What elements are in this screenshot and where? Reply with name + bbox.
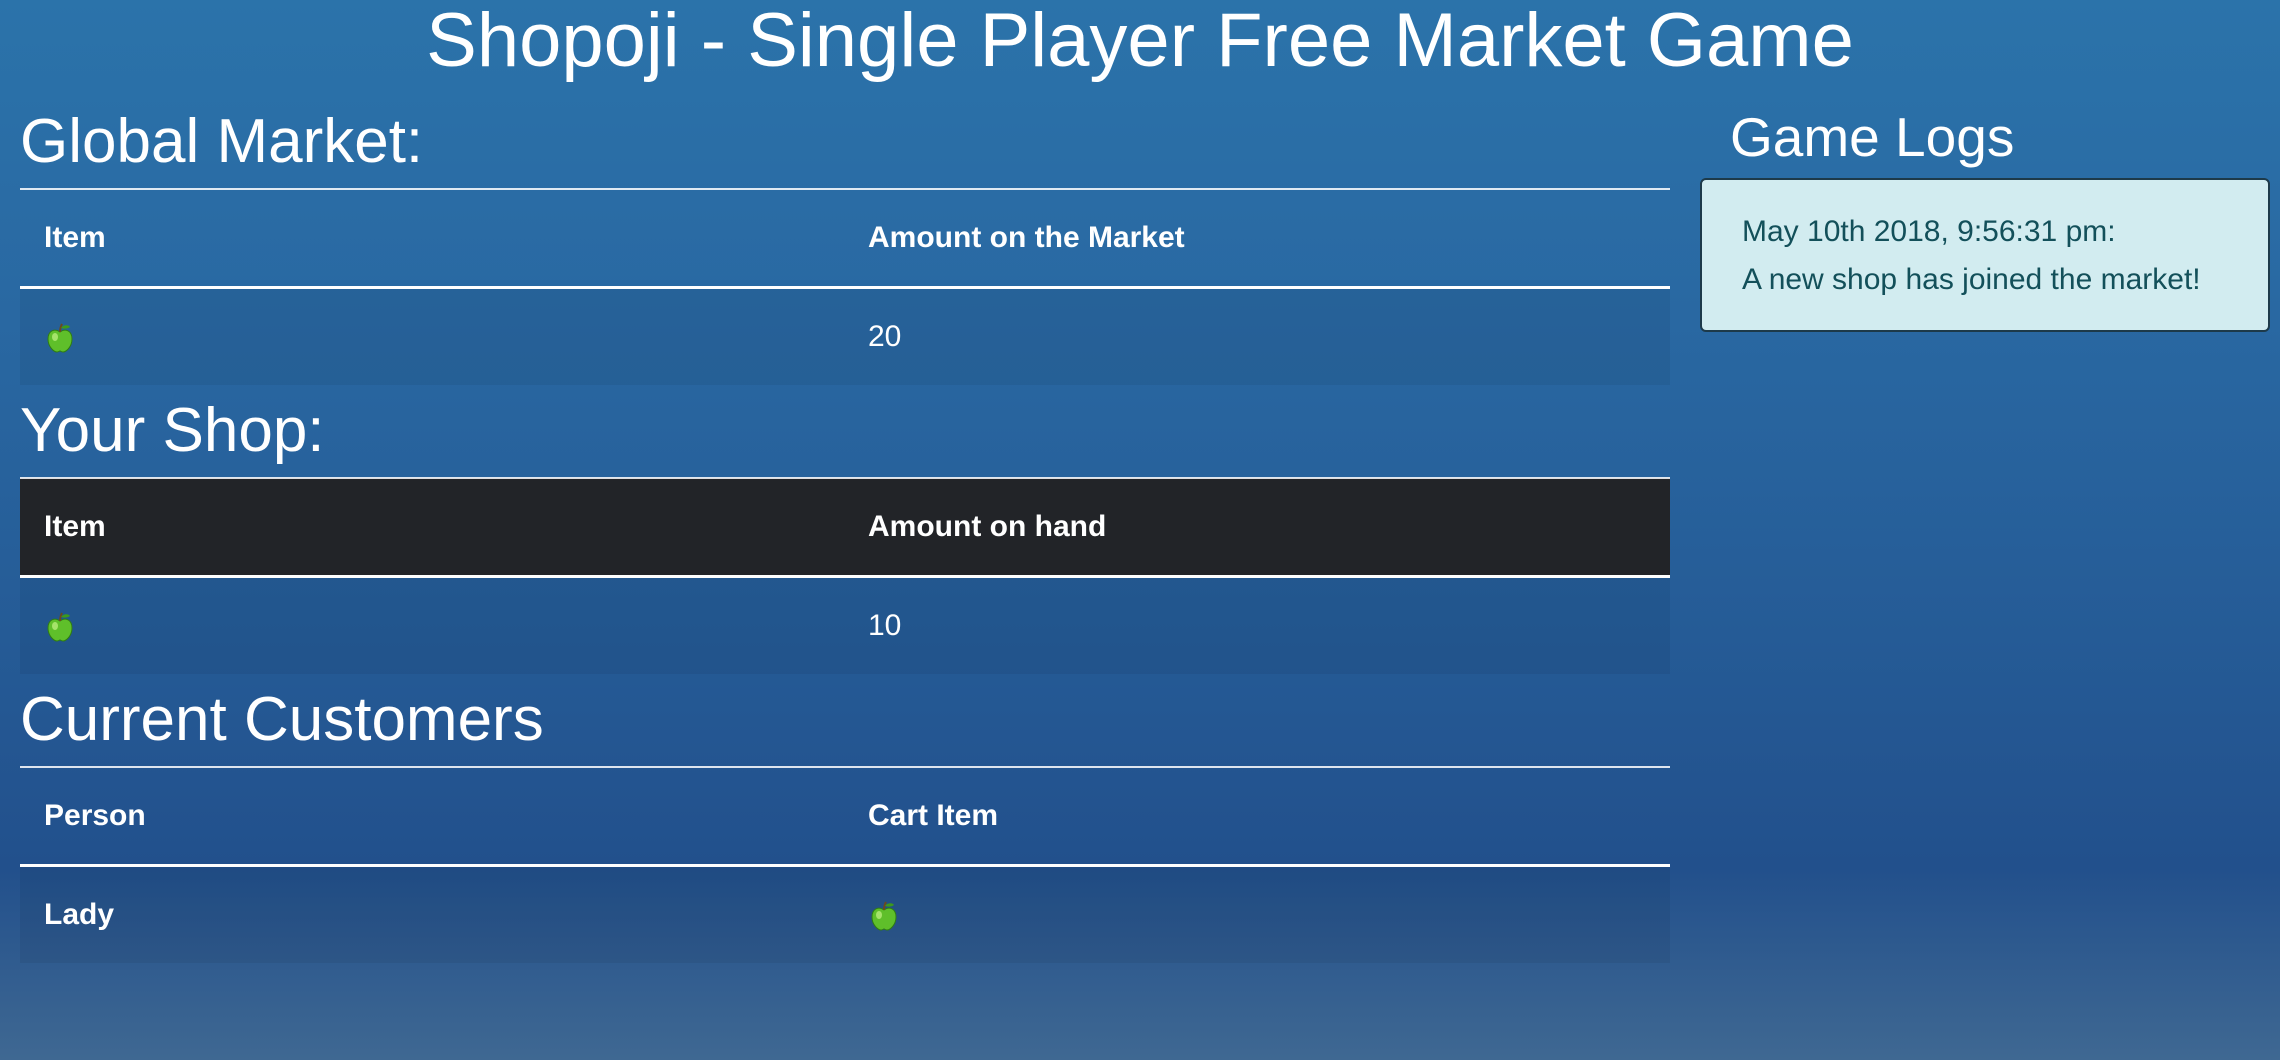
- game-log-box: May 10th 2018, 9:56:31 pm: A new shop ha…: [1700, 178, 2270, 332]
- green-apple-icon: [46, 323, 74, 353]
- column-header-cart-item: Cart Item: [844, 766, 1670, 867]
- green-apple-icon: [870, 901, 898, 931]
- column-header-amount-on-market: Amount on the Market: [844, 188, 1670, 289]
- cart-item-cell: [844, 865, 1670, 963]
- amount-on-hand-cell: 10: [844, 576, 1670, 674]
- item-cell: [20, 576, 844, 674]
- table-row: Lady: [20, 865, 1670, 963]
- green-apple-icon: [46, 612, 74, 642]
- current-customers-title: Current Customers: [20, 685, 544, 754]
- log-timestamp: May 10th 2018, 9:56:31 pm:: [1742, 215, 2116, 248]
- log-message: A new shop has joined the market!: [1742, 263, 2201, 296]
- current-customers-table: Person Cart Item Lady: [20, 766, 1670, 963]
- game-logs-panel: Game Logs May 10th 2018, 9:56:31 pm: A n…: [1700, 96, 2270, 332]
- main-content: Global Market: Item Amount on the Market: [20, 96, 1670, 963]
- column-header-amount-on-hand: Amount on hand: [844, 477, 1670, 578]
- global-market-table: Item Amount on the Market 20: [20, 188, 1670, 385]
- column-header-person: Person: [20, 766, 844, 867]
- column-header-item: Item: [20, 188, 844, 289]
- page-title: Shopoji - Single Player Free Market Game: [426, 0, 1854, 83]
- amount-on-market-cell: 20: [844, 287, 1670, 385]
- table-header-row: Person Cart Item: [20, 766, 1670, 867]
- log-entry: May 10th 2018, 9:56:31 pm: A new shop ha…: [1742, 208, 2228, 304]
- table-header-row: Item Amount on the Market: [20, 188, 1670, 289]
- table-row: 20: [20, 287, 1670, 385]
- person-cell: Lady: [20, 865, 844, 963]
- your-shop-table: Item Amount on hand 10: [20, 477, 1670, 674]
- column-header-item: Item: [20, 477, 844, 578]
- table-row: 10: [20, 576, 1670, 674]
- item-cell: [20, 287, 844, 385]
- global-market-title: Global Market:: [20, 107, 424, 176]
- table-header-row: Item Amount on hand: [20, 477, 1670, 578]
- your-shop-title: Your Shop:: [20, 396, 325, 465]
- game-logs-title: Game Logs: [1730, 106, 2015, 168]
